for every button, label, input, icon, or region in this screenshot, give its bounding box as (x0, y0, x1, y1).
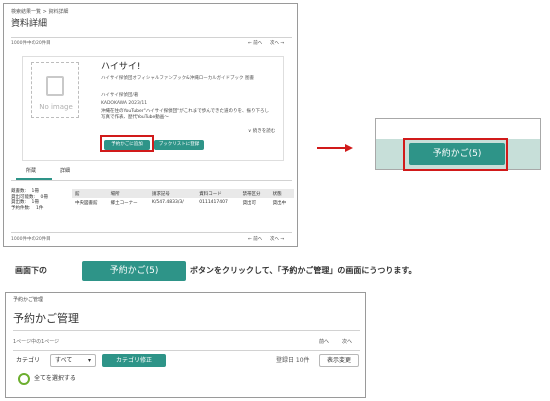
cell-call-number: K/547.4833/3/ (151, 200, 184, 205)
category-select[interactable]: すべて ▾ (50, 354, 96, 367)
tab-details[interactable]: 詳細 (60, 168, 70, 174)
reserve-cart-button-inline: 予約かご(5) (82, 261, 186, 281)
col-header: 場所 (110, 191, 120, 197)
select-all-checkbox[interactable] (18, 373, 30, 385)
prev-link[interactable]: 前へ (319, 339, 329, 345)
prev-link[interactable]: ← 前へ (248, 41, 262, 47)
callout-arrow (317, 139, 353, 152)
add-to-booklist-button[interactable]: ブックリストに登録 (154, 140, 204, 150)
highlight-reserve-cart (100, 135, 154, 152)
col-header: 状態 (272, 191, 282, 197)
cell-library: 中央図書館 (75, 200, 98, 206)
next-link[interactable]: 次へ (342, 339, 352, 345)
book-description: 沖縄在住のYouTuber"ハイサイ探偵団"がこれまで歩んできた道のりを、振り下… (101, 109, 269, 120)
book-subtitle: ハイサイ探偵団オフィシャルファンブック&沖縄ローカルガイドブック 图書 (101, 76, 254, 81)
book-author: ハイサイ探偵団/著 (101, 93, 139, 98)
no-image-label: No image (39, 103, 73, 111)
holdings-summary: 蔵書数: 1冊 貸出可能数: 0冊 貸出数: 1冊 予約件数: 1件 (11, 189, 48, 211)
table-header-row: 館 場所 請求記号 資料コード 禁帯区分 状態 (72, 189, 294, 198)
divider (11, 37, 292, 38)
category-fix-button[interactable]: カテゴリ修正 (102, 354, 166, 367)
footer-position: 1000件中の20件目 (11, 237, 51, 242)
summary-row: 予約件数: 1件 (11, 205, 44, 211)
next-link[interactable]: 次へ → (270, 41, 284, 47)
book-publisher: KADOKAWA 2023/11 (101, 101, 148, 106)
footer-divider (11, 232, 292, 233)
col-header: 請求記号 (151, 191, 170, 197)
book-icon (46, 76, 64, 96)
breadcrumb[interactable]: 予約かご管理 (13, 297, 43, 303)
col-header: 資料コード (199, 191, 222, 197)
page-title: 予約かご管理 (13, 312, 79, 325)
cell-status: 貸出中 (272, 200, 287, 206)
category-select-value: すべて (55, 357, 73, 364)
page-info: 1ページ中の1ページ (13, 339, 60, 345)
footer-prev-link[interactable]: ← 前へ (248, 237, 262, 243)
record-position: 1000件中の20件目 (11, 41, 51, 46)
book-title: ハイサイ! (101, 62, 141, 72)
holdings-table: 館 場所 請求記号 資料コード 禁帯区分 状態 中央図書館 郷土コーナー K/5… (72, 189, 294, 207)
cell-location: 郷土コーナー (110, 200, 138, 206)
table-row: 中央図書館 郷土コーナー K/547.4833/3/ 0111417407 貸出… (72, 198, 294, 207)
instruction-suffix: ボタンをクリックして、「予約かご管理」の画面にうつります。 (190, 266, 417, 275)
tab-holdings[interactable]: 所蔵 (26, 168, 36, 174)
divider (13, 350, 360, 351)
detail-screenshot: 検索結果一覧 > 資料詳細 資料詳細 1000件中の20件目 ← 前へ 次へ →… (3, 3, 298, 247)
page-title: 資料詳細 (11, 19, 48, 29)
breadcrumb[interactable]: 検索結果一覧 > 資料詳細 (11, 9, 68, 15)
divider (13, 330, 360, 331)
col-header: 館 (75, 191, 80, 197)
select-all-label[interactable]: 全てを選択する (34, 375, 76, 383)
cover-placeholder: No image (31, 62, 79, 118)
reserve-cart-screenshot: 予約かご管理 予約かご管理 1ページ中の1ページ 前へ 次へ カテゴリ すべて … (5, 292, 366, 398)
chevron-down-icon: ▾ (87, 357, 91, 364)
cell-item-code: 0111417407 (199, 200, 228, 205)
sort-label: 登録日 10件 (276, 357, 310, 364)
read-more-link[interactable]: ∨ 続きを読む (248, 129, 275, 135)
col-header: 禁帯区分 (242, 191, 261, 197)
tab-divider (11, 180, 292, 181)
display-change-button[interactable]: 表示変更 (319, 354, 359, 367)
footer-next-link[interactable]: 次へ → (270, 237, 284, 243)
instruction-prefix: 画面下の (15, 266, 47, 275)
cell-loan-category: 貸出可 (242, 200, 257, 206)
highlight-zoomed-button (403, 138, 508, 171)
category-label: カテゴリ (16, 357, 41, 364)
